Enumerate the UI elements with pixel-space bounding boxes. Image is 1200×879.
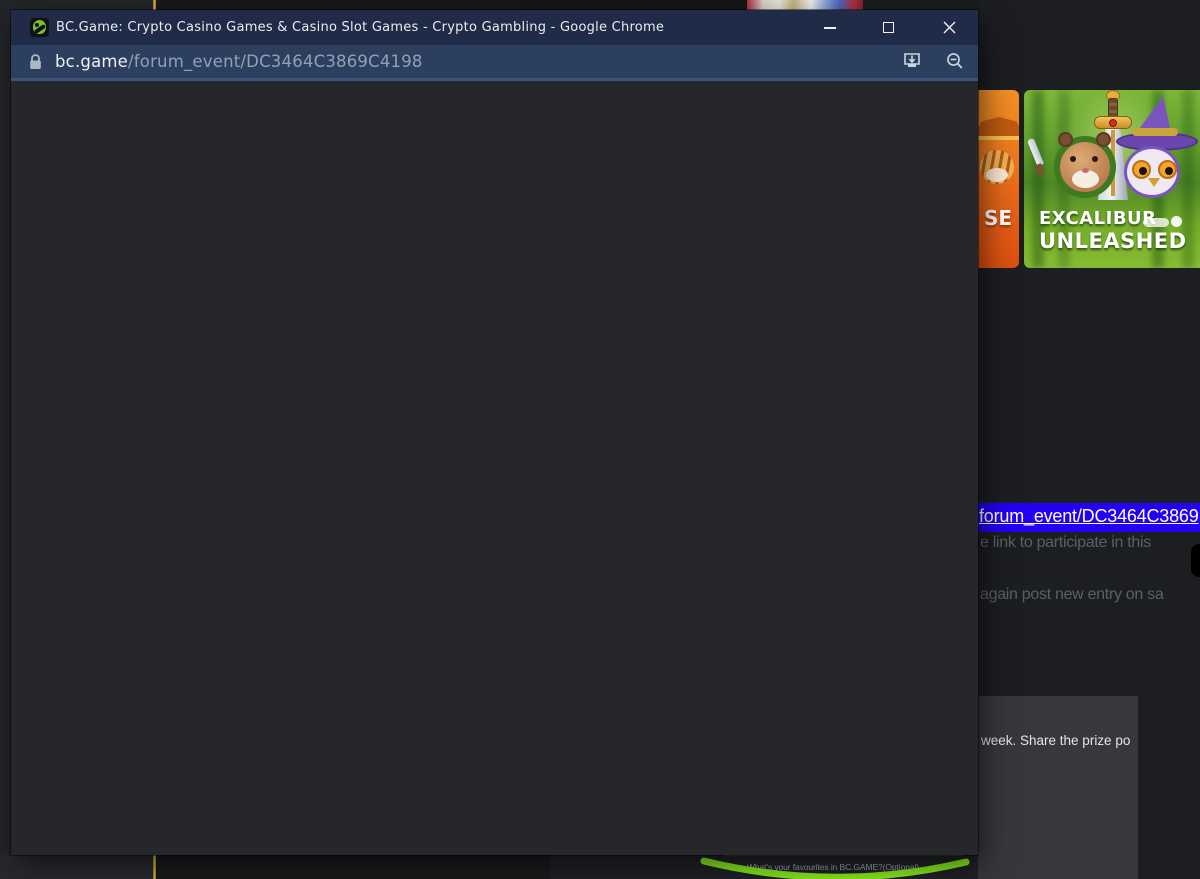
zoom-out-icon[interactable]	[945, 52, 966, 72]
background-top-strip	[0, 0, 978, 10]
screen: SE	[0, 0, 1200, 879]
background-left-strip	[0, 10, 11, 855]
pagoda-roof-trim	[978, 136, 1019, 140]
background-bottom-strip: What's your favourites in BC.GAME?(Optio…	[0, 855, 978, 879]
maximize-icon	[883, 22, 894, 33]
owl-eye-art	[1132, 160, 1151, 179]
background-panel	[0, 855, 153, 879]
sword-gem-art	[1109, 119, 1117, 127]
mouse-ear-art	[1096, 132, 1111, 147]
sword-handle-art	[1108, 98, 1118, 118]
url-domain: bc.game	[55, 52, 128, 71]
owl-beak-art	[1148, 178, 1160, 187]
window-titlebar[interactable]: BC.Game: Crypto Casino Games & Casino Sl…	[11, 10, 978, 45]
background-panel	[863, 0, 978, 10]
mouse-eye-art	[1092, 156, 1098, 162]
url-text[interactable]: bc.game/forum_event/DC3464C3869C4198	[55, 45, 423, 78]
mouse-eye-art	[1070, 156, 1076, 162]
banner-image-fragment	[747, 0, 863, 10]
banner-title-line2: UNLEASHED	[1039, 229, 1187, 253]
window-title: BC.Game: Crypto Casino Games & Casino Sl…	[56, 10, 696, 45]
yellow-divider-line	[153, 855, 156, 879]
owl-pupil-art	[1165, 167, 1173, 175]
background-page-right: SE	[978, 0, 1200, 879]
banner-caption: SE	[984, 206, 1018, 230]
wizard-hat-band-art	[1132, 128, 1178, 136]
chrome-popup-window: BC.Game: Crypto Casino Games & Casino Sl…	[11, 10, 978, 855]
forum-post-text: week. Share the prize po	[981, 733, 1130, 748]
event-text-line2: again post new entry on sa	[980, 586, 1163, 604]
mouse-nose-art	[1082, 168, 1089, 173]
background-panel	[0, 0, 153, 10]
bcgame-favicon-icon	[30, 18, 49, 37]
maximize-button[interactable]	[868, 10, 908, 45]
game-banner-excalibur[interactable]: EXCALIBUR UNLEASHED	[1024, 90, 1200, 268]
forum-post-card: week. Share the prize po	[978, 696, 1138, 879]
url-path: /forum_event/DC3464C3869C4198	[128, 52, 423, 71]
banner-title-line1: EXCALIBUR	[1039, 208, 1157, 229]
lock-icon	[28, 53, 43, 71]
yellow-divider-line	[153, 0, 156, 10]
forum-event-link[interactable]: forum_event/DC3464C3869	[979, 506, 1199, 527]
minimize-icon	[824, 27, 836, 29]
mouse-ear-art	[1058, 132, 1073, 147]
black-pill-button[interactable]	[1191, 544, 1200, 577]
owl-pupil-art	[1139, 167, 1147, 175]
popup-page-content	[11, 81, 978, 855]
tiger-muzzle-art	[986, 168, 1008, 182]
owl-eye-art	[1158, 160, 1177, 179]
selected-text-highlight: forum_event/DC3464C3869	[978, 503, 1200, 532]
minimize-button[interactable]	[810, 10, 850, 45]
provider-logo	[1143, 218, 1169, 227]
close-button[interactable]	[929, 10, 969, 45]
game-banner-left-partial[interactable]: SE	[978, 90, 1019, 268]
address-bar[interactable]: bc.game/forum_event/DC3464C3869C4198	[11, 45, 978, 78]
event-text-line1: e link to participate in this	[980, 534, 1151, 552]
background-panel	[520, 0, 747, 10]
provider-logo-mark	[1171, 216, 1182, 227]
close-icon	[943, 21, 956, 34]
install-app-icon[interactable]	[903, 52, 924, 71]
